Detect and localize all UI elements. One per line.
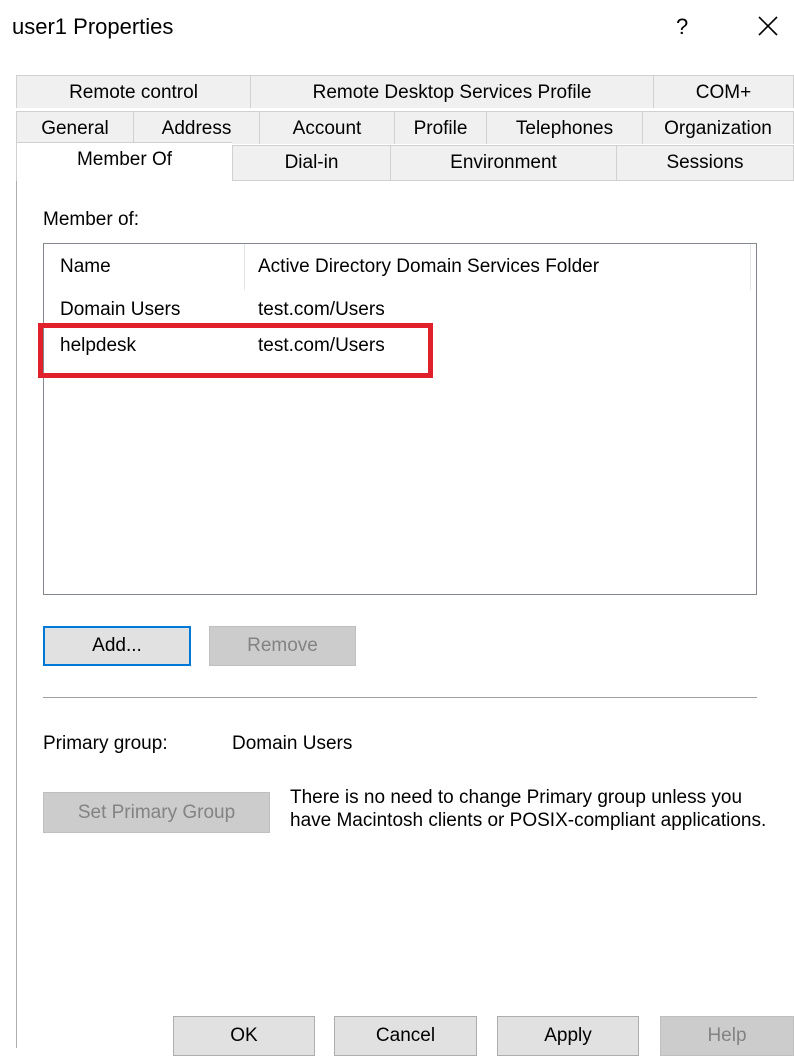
tab-dial-in[interactable]: Dial-in (232, 145, 390, 181)
apply-button[interactable]: Apply (497, 1016, 639, 1056)
tab-row-top: Remote control Remote Desktop Services P… (16, 75, 794, 108)
column-divider[interactable] (750, 244, 751, 290)
tab-remote-desktop-services-profile[interactable]: Remote Desktop Services Profile (250, 75, 653, 108)
set-primary-group-button[interactable]: Set Primary Group (43, 792, 270, 833)
highlight-box (38, 323, 433, 378)
help-button[interactable]: Help (660, 1016, 794, 1056)
primary-group-label: Primary group: (43, 733, 168, 754)
tab-row-middle: General Address Account Profile Telephon… (16, 111, 794, 144)
separator-line (43, 697, 757, 698)
list-row[interactable]: Domain Users test.com/Users (44, 297, 756, 323)
help-question-icon[interactable]: ? (676, 10, 688, 44)
add-button[interactable]: Add... (43, 626, 191, 666)
close-icon[interactable] (753, 8, 783, 42)
window-title: user1 Properties (12, 14, 174, 39)
tab-environment[interactable]: Environment (390, 145, 616, 181)
primary-group-note: There is no need to change Primary group… (290, 787, 767, 831)
ok-button[interactable]: OK (173, 1016, 315, 1056)
primary-group-value: Domain Users (232, 733, 353, 754)
member-of-label: Member of: (43, 209, 140, 230)
group-name: Domain Users (60, 299, 181, 320)
cancel-button[interactable]: Cancel (334, 1016, 477, 1056)
tab-remote-control[interactable]: Remote control (16, 75, 250, 108)
tab-member-of[interactable]: Member Of (16, 142, 232, 181)
tab-telephones[interactable]: Telephones (486, 111, 642, 144)
tab-sessions[interactable]: Sessions (616, 145, 794, 181)
column-divider[interactable] (244, 244, 245, 290)
tab-general[interactable]: General (16, 111, 133, 144)
remove-button[interactable]: Remove (209, 626, 356, 666)
tab-profile[interactable]: Profile (394, 111, 486, 144)
tab-organization[interactable]: Organization (642, 111, 794, 144)
tab-address[interactable]: Address (133, 111, 259, 144)
column-header-folder[interactable]: Active Directory Domain Services Folder (258, 244, 599, 290)
member-of-list[interactable]: Name Active Directory Domain Services Fo… (43, 243, 757, 595)
tab-account[interactable]: Account (259, 111, 394, 144)
group-folder: test.com/Users (258, 299, 385, 320)
column-header-name[interactable]: Name (60, 244, 111, 290)
tab-row-bottom: Member Of Dial-in Environment Sessions (16, 142, 794, 181)
tab-com-plus[interactable]: COM+ (653, 75, 794, 108)
